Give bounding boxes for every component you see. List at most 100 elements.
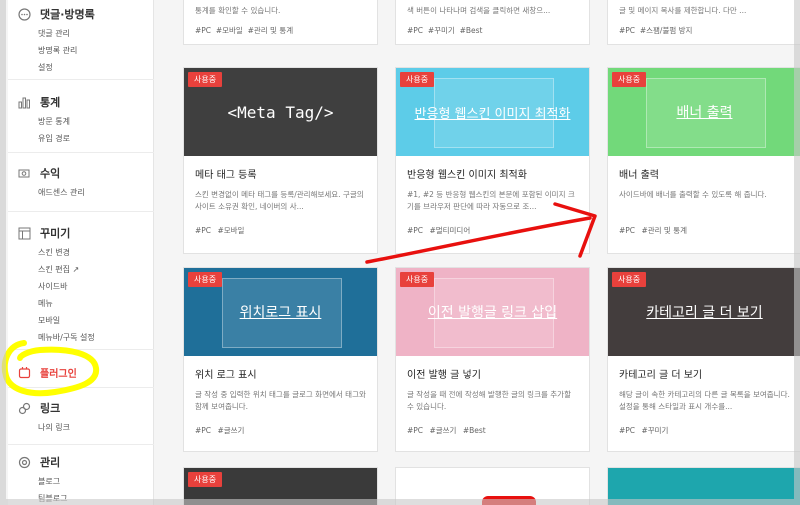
plugin-thumbnail: 사용중 배너 출력	[608, 68, 800, 156]
plugin-tags: #PC #글쓰기 #Best	[407, 425, 578, 436]
sidebar-link-adsense[interactable]: 애드센스 관리	[8, 184, 154, 201]
sidebar-section-title: 댓글·방명록	[40, 8, 95, 21]
plugin-card-previous-post[interactable]: 사용중 이전 발행글 링크 삽입 이전 발행 글 넣기 글 작성을 때 전에 작…	[395, 267, 590, 452]
sidebar-link-menubar[interactable]: 메뉴바/구독 설정	[8, 329, 154, 346]
thumbnail-text: 카테고리 글 더 보기	[646, 305, 763, 321]
tag[interactable]: #PC	[619, 26, 635, 35]
plugin-thumbnail: 사용중 위치로그 표시	[184, 268, 377, 356]
plugin-card[interactable]: 색 버튼이 나타나며 검색을 클릭하면 새창으... #PC #꾸미기 #Bes…	[395, 0, 590, 45]
sidebar-link-mobile[interactable]: 모바일	[8, 312, 154, 329]
sidebar-item-stats[interactable]: 통계	[8, 91, 154, 113]
plugin-tags: #PC #꾸미기	[619, 425, 790, 436]
sidebar-section-customize: 꾸미기 스킨 변경 스킨 편집 ↗ 사이드바 메뉴 모바일 메뉴바/구독 설정	[8, 222, 154, 350]
plugin-card[interactable]	[607, 467, 800, 505]
tag[interactable]: #글쓰기	[429, 426, 456, 435]
sidebar-link-guestbook-manage[interactable]: 방명록 관리	[8, 42, 154, 59]
sidebar-section-plugin: 플러그인	[8, 358, 154, 388]
plugin-thumbnail: 사용중	[184, 468, 377, 505]
sidebar-link-comment-manage[interactable]: 댓글 관리	[8, 25, 154, 42]
sidebar-item-plugin[interactable]: 플러그인	[8, 361, 154, 383]
plugin-name: 배너 출력	[619, 170, 659, 181]
tag[interactable]: #PC	[619, 426, 635, 435]
plugin-name: 카테고리 글 더 보기	[619, 370, 703, 381]
comment-icon	[16, 6, 32, 22]
tag[interactable]: #스팸/불펌 방지	[640, 26, 693, 35]
tag[interactable]: #꾸미기	[641, 426, 668, 435]
in-use-badge: 사용중	[400, 272, 435, 287]
tag[interactable]: #Best	[460, 26, 483, 35]
tag[interactable]: #모바일	[216, 26, 243, 35]
tag[interactable]: #PC	[407, 26, 423, 35]
plugin-tags: #PC #멀티미디어	[407, 225, 578, 236]
sidebar-link-referrer[interactable]: 유입 경로	[8, 130, 154, 147]
sidebar-section-comments: 댓글·방명록 댓글 관리 방명록 관리 설정	[8, 3, 154, 80]
sidebar-section-revenue: 수익 애드센스 관리	[8, 162, 154, 212]
plugin-name: 반응형 웹스킨 이미지 최적화	[407, 170, 527, 181]
link-icon	[16, 400, 32, 416]
plugin-card-banner[interactable]: 사용중 배너 출력 배너 출력 사이드바에 배너를 출력할 수 있도록 해 줍니…	[607, 67, 800, 254]
plugin-card-meta-tag[interactable]: 사용중 <Meta Tag/> 메타 태그 등록 스킨 변경없이 메타 태그를 …	[183, 67, 378, 254]
plugin-grid: 통계를 확인할 수 있습니다. #PC #모바일 #관리 및 통계 색 버튼이 …	[155, 0, 800, 505]
sidebar-section-title: 통계	[40, 96, 61, 109]
plugin-desc: 글 작성을 때 전에 작성해 발행한 글의 링크를 추가할 수 있습니다.	[407, 390, 571, 411]
thumbnail-text: 배너 출력	[676, 105, 733, 121]
tag[interactable]: #PC	[407, 426, 423, 435]
sidebar-link-sidebar[interactable]: 사이드바	[8, 278, 154, 295]
sidebar-link-my-links[interactable]: 나의 링크	[8, 419, 154, 436]
sidebar-link-skin-edit[interactable]: 스킨 편집 ↗	[8, 261, 154, 278]
layout-icon	[16, 225, 32, 241]
sidebar-section-title: 수익	[40, 167, 61, 180]
plugin-name: 메타 태그 등록	[195, 170, 257, 181]
sidebar-item-revenue[interactable]: 수익	[8, 162, 154, 184]
sidebar-link-settings[interactable]: 설정	[8, 59, 154, 76]
tag[interactable]: #모바일	[217, 226, 244, 235]
plugin-thumbnail: 사용중 반응형 웹스킨 이미지 최적화	[396, 68, 589, 156]
plugin-tags: #PC #스팸/불펌 방지	[619, 25, 692, 36]
thumbnail-text: 이전 발행글 링크 삽입	[427, 305, 558, 321]
tag[interactable]: #글쓰기	[217, 426, 244, 435]
tag[interactable]: #관리 및 통계	[641, 226, 687, 235]
tag[interactable]: #꾸미기	[428, 26, 455, 35]
tag[interactable]: #멀티미디어	[429, 226, 470, 235]
coin-icon	[16, 165, 32, 181]
sidebar-link-menu[interactable]: 메뉴	[8, 295, 154, 312]
plugin-card[interactable]: 사용중	[183, 467, 378, 505]
in-use-badge: 사용중	[612, 272, 647, 287]
sidebar-link-team-blog[interactable]: 팀블로그	[8, 490, 154, 505]
plugin-card[interactable]: 통계를 확인할 수 있습니다. #PC #모바일 #관리 및 통계	[183, 0, 378, 45]
in-use-badge: 사용중	[612, 72, 647, 87]
tag[interactable]: #관리 및 통계	[248, 26, 294, 35]
sidebar-item-comments[interactable]: 댓글·방명록	[8, 3, 154, 25]
plugin-card[interactable]: 글 및 메이지 복사를 제한합니다. 다만 ... #PC #스팸/불펌 방지	[607, 0, 800, 45]
sidebar-section-manage: 관리 블로그 팀블로그	[8, 451, 154, 505]
plugin-card-location-log[interactable]: 사용중 위치로그 표시 위치 로그 표시 글 작성 중 입력한 위치 태그를 글…	[183, 267, 378, 452]
in-use-badge: 사용중	[188, 72, 223, 87]
plugin-thumbnail: 사용중 이전 발행글 링크 삽입	[396, 268, 589, 356]
sidebar-link-skin-change[interactable]: 스킨 변경	[8, 244, 154, 261]
plugin-card-category-more[interactable]: 사용중 카테고리 글 더 보기 카테고리 글 더 보기 해당 글이 속한 카테고…	[607, 267, 800, 452]
tag[interactable]: #PC	[195, 226, 211, 235]
plugin-desc: 색 버튼이 나타나며 검색을 클릭하면 새창으...	[407, 6, 551, 15]
in-use-badge: 사용중	[400, 72, 435, 87]
sidebar-section-title: 링크	[40, 402, 61, 415]
plugin-name: 위치 로그 표시	[195, 370, 257, 381]
plugin-desc: 해당 글이 속한 카테고리의 다른 글 목록을 보여줍니다. 설정을 통해 스타…	[619, 390, 790, 411]
plugin-tags: #PC #꾸미기 #Best	[407, 25, 483, 36]
plugin-tags: #PC #모바일 #관리 및 통계	[195, 25, 293, 36]
tag[interactable]: #PC	[195, 26, 211, 35]
sidebar-link-blog[interactable]: 블로그	[8, 473, 154, 490]
plugin-card[interactable]	[395, 467, 590, 505]
plugin-thumbnail: 사용중 <Meta Tag/>	[184, 68, 377, 156]
tag[interactable]: #PC	[407, 226, 423, 235]
tag[interactable]: #Best	[463, 426, 486, 435]
sidebar-link-visit-stats[interactable]: 방문 통계	[8, 113, 154, 130]
sidebar-item-customize[interactable]: 꾸미기	[8, 222, 154, 244]
tag[interactable]: #PC	[619, 226, 635, 235]
thumbnail-text: 반응형 웹스킨 이미지 최적화	[414, 106, 571, 122]
tag[interactable]: #PC	[195, 426, 211, 435]
plugin-desc: #1, #2 등 반응형 웹스킨의 본문에 포함된 이미지 크기를 브라우저 판…	[407, 190, 575, 211]
sidebar-item-manage[interactable]: 관리	[8, 451, 154, 473]
sidebar-section-title: 관리	[40, 456, 61, 469]
sidebar-item-link[interactable]: 링크	[8, 397, 154, 419]
plugin-card-image-optimize[interactable]: 사용중 반응형 웹스킨 이미지 최적화 반응형 웹스킨 이미지 최적화 #1, …	[395, 67, 590, 254]
